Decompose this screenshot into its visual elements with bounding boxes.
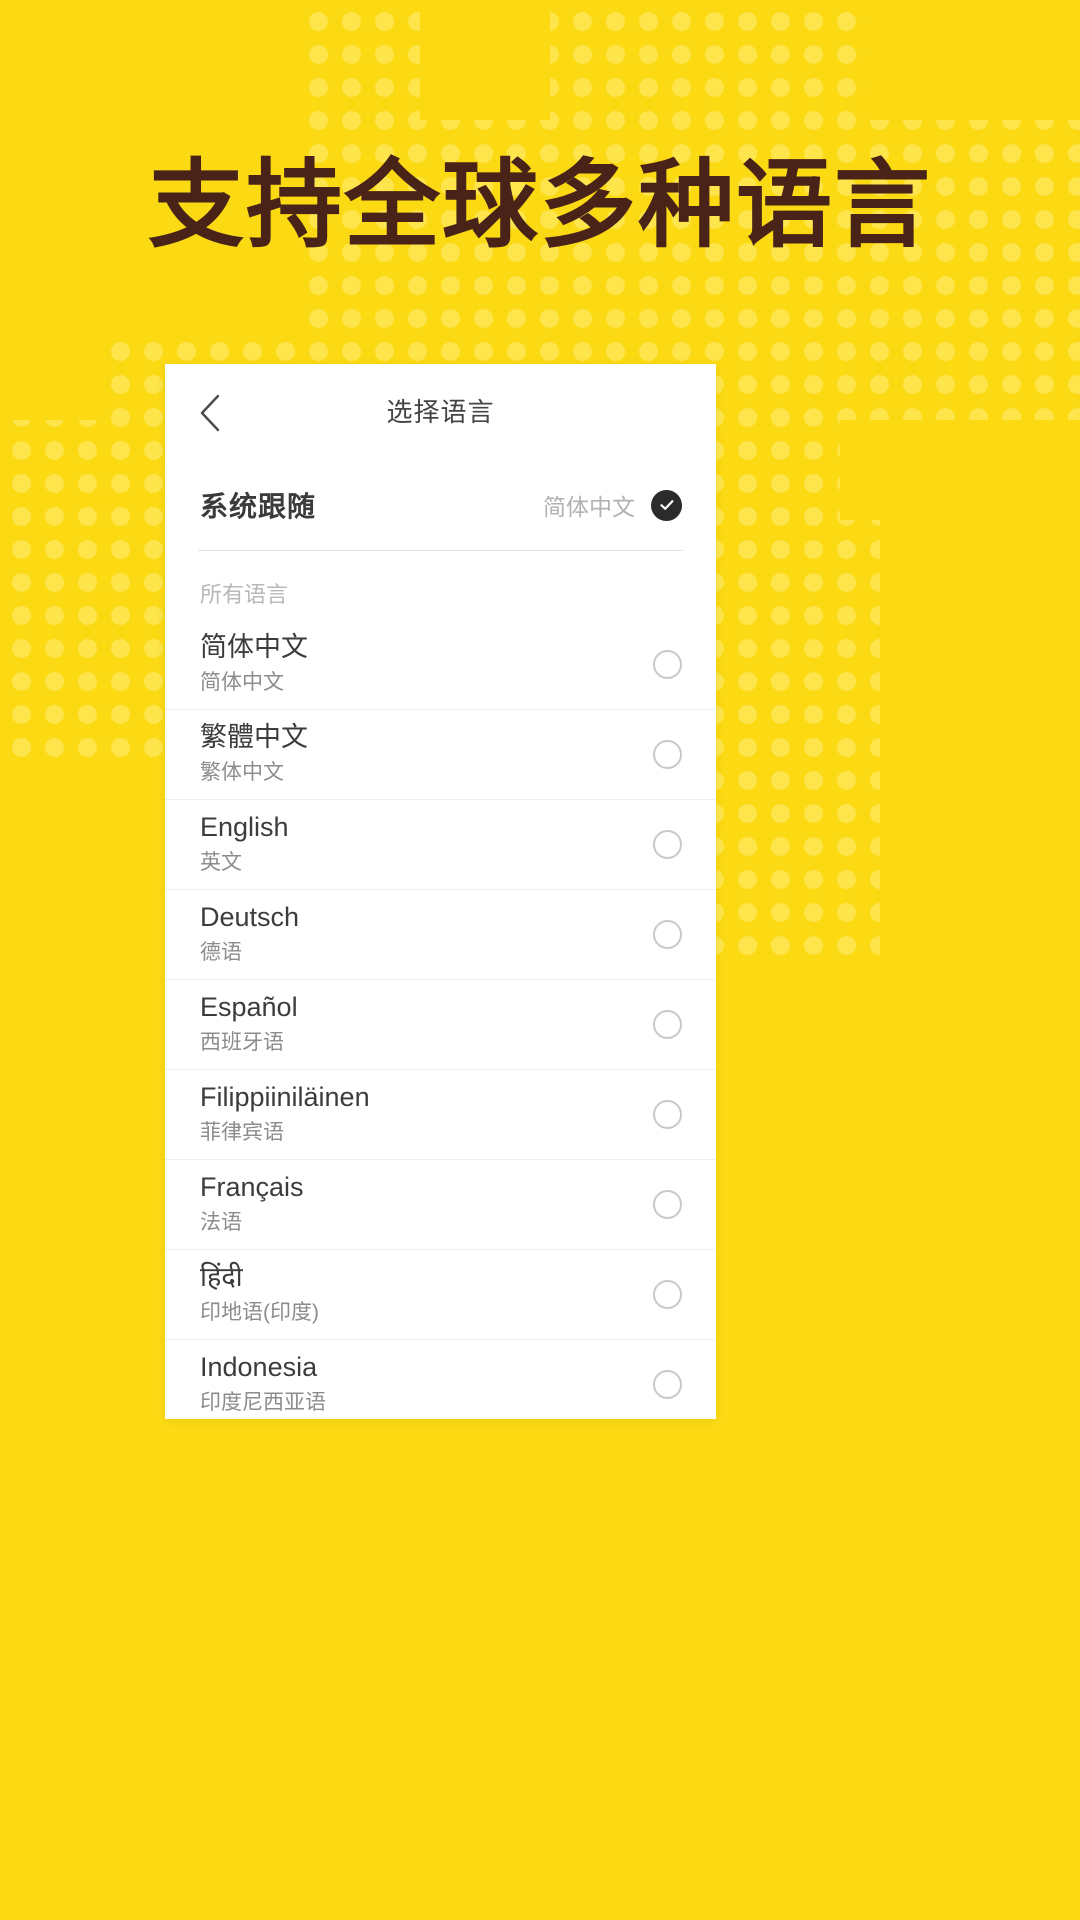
language-native-name: 简体中文 <box>200 631 308 662</box>
language-row[interactable]: Deutsch 德语 <box>165 889 716 979</box>
language-row[interactable]: Español 西班牙语 <box>165 979 716 1069</box>
language-translated-name: 印地语(印度) <box>200 1301 319 1325</box>
language-settings-card: 选择语言 系统跟随 简体中文 所有语言 简体中文 简体中文 繁體中文 繁体中文 Engl… <box>165 364 716 1419</box>
system-follow-row[interactable]: 系统跟随 简体中文 <box>165 460 716 550</box>
section-label-all-languages: 所有语言 <box>200 582 289 607</box>
selected-check-badge[interactable] <box>651 489 682 521</box>
language-native-name: Filippiiniläinen <box>200 1082 370 1113</box>
language-radio-button[interactable] <box>653 1190 682 1219</box>
language-row[interactable]: 简体中文 简体中文 <box>165 619 716 709</box>
language-native-name: 繁體中文 <box>200 722 308 753</box>
language-native-name: हिंदी <box>200 1262 243 1293</box>
language-translated-name: 法语 <box>200 1211 242 1235</box>
navigation-bar: 选择语言 <box>165 364 716 460</box>
page-title: 支持全球多种语言 <box>148 149 932 261</box>
language-radio-button[interactable] <box>653 1100 682 1129</box>
nav-title: 选择语言 <box>386 397 495 427</box>
dot-mask-lower-left <box>0 760 170 960</box>
language-radio-button[interactable] <box>653 649 682 679</box>
language-translated-name: 德语 <box>200 941 242 965</box>
language-row[interactable]: हिंदी 印地语(印度) <box>165 1249 716 1339</box>
language-translated-name: 印度尼西亚语 <box>200 1391 326 1415</box>
language-row-texts: 繁體中文 繁体中文 <box>200 722 637 786</box>
language-translated-name: 英文 <box>200 851 242 875</box>
language-radio-button[interactable] <box>653 830 682 859</box>
dot-mask-top-right <box>870 0 1080 120</box>
language-radio-button[interactable] <box>653 1280 682 1309</box>
dot-mask-center-gap <box>420 0 550 120</box>
system-follow-value: 简体中文 <box>543 494 635 520</box>
language-row[interactable]: Filippiiniläinen 菲律宾语 <box>165 1069 716 1159</box>
language-translated-name: 简体中文 <box>200 670 284 694</box>
language-native-name: English <box>200 812 289 843</box>
language-row-texts: Indonesia 印度尼西亚语 <box>200 1352 637 1416</box>
language-row[interactable]: Français 法语 <box>165 1159 716 1249</box>
page-root: 支持全球多种语言 选择语言 系统跟随 简体中文 所有语言 简体中文 简体中文 繁… <box>0 0 1080 1920</box>
language-native-name: Indonesia <box>200 1352 318 1383</box>
language-row-texts: हिंदी 印地语(印度) <box>200 1262 637 1326</box>
language-radio-button[interactable] <box>653 920 682 949</box>
language-row[interactable]: English 英文 <box>165 799 716 889</box>
language-row-texts: English 英文 <box>200 812 637 876</box>
language-translated-name: 繁体中文 <box>200 761 284 785</box>
language-radio-button[interactable] <box>653 1370 682 1399</box>
dot-mask-mid-right <box>840 420 1080 520</box>
system-follow-label: 系统跟随 <box>200 491 317 522</box>
check-icon <box>658 496 676 514</box>
language-list: 简体中文 简体中文 繁體中文 繁体中文 English 英文 Deutsch 德语 Españo… <box>165 619 716 1419</box>
dot-mask-left-band <box>0 330 100 420</box>
language-row-texts: Français 法语 <box>200 1172 637 1236</box>
language-native-name: Español <box>200 992 298 1023</box>
language-translated-name: 西班牙语 <box>200 1031 284 1055</box>
language-row[interactable]: 繁體中文 繁体中文 <box>165 709 716 799</box>
language-row-texts: 简体中文 简体中文 <box>200 632 637 696</box>
dot-mask-right-column <box>880 520 1080 960</box>
language-row-texts: Filippiiniläinen 菲律宾语 <box>200 1082 637 1146</box>
language-row[interactable]: Indonesia 印度尼西亚语 <box>165 1339 716 1419</box>
language-radio-button[interactable] <box>653 1010 682 1039</box>
language-native-name: Français <box>200 1172 304 1203</box>
language-row-texts: Deutsch 德语 <box>200 902 637 966</box>
language-translated-name: 菲律宾语 <box>200 1121 284 1145</box>
language-radio-button[interactable] <box>653 740 682 769</box>
language-row-texts: Español 西班牙语 <box>200 992 637 1056</box>
language-native-name: Deutsch <box>200 902 300 933</box>
